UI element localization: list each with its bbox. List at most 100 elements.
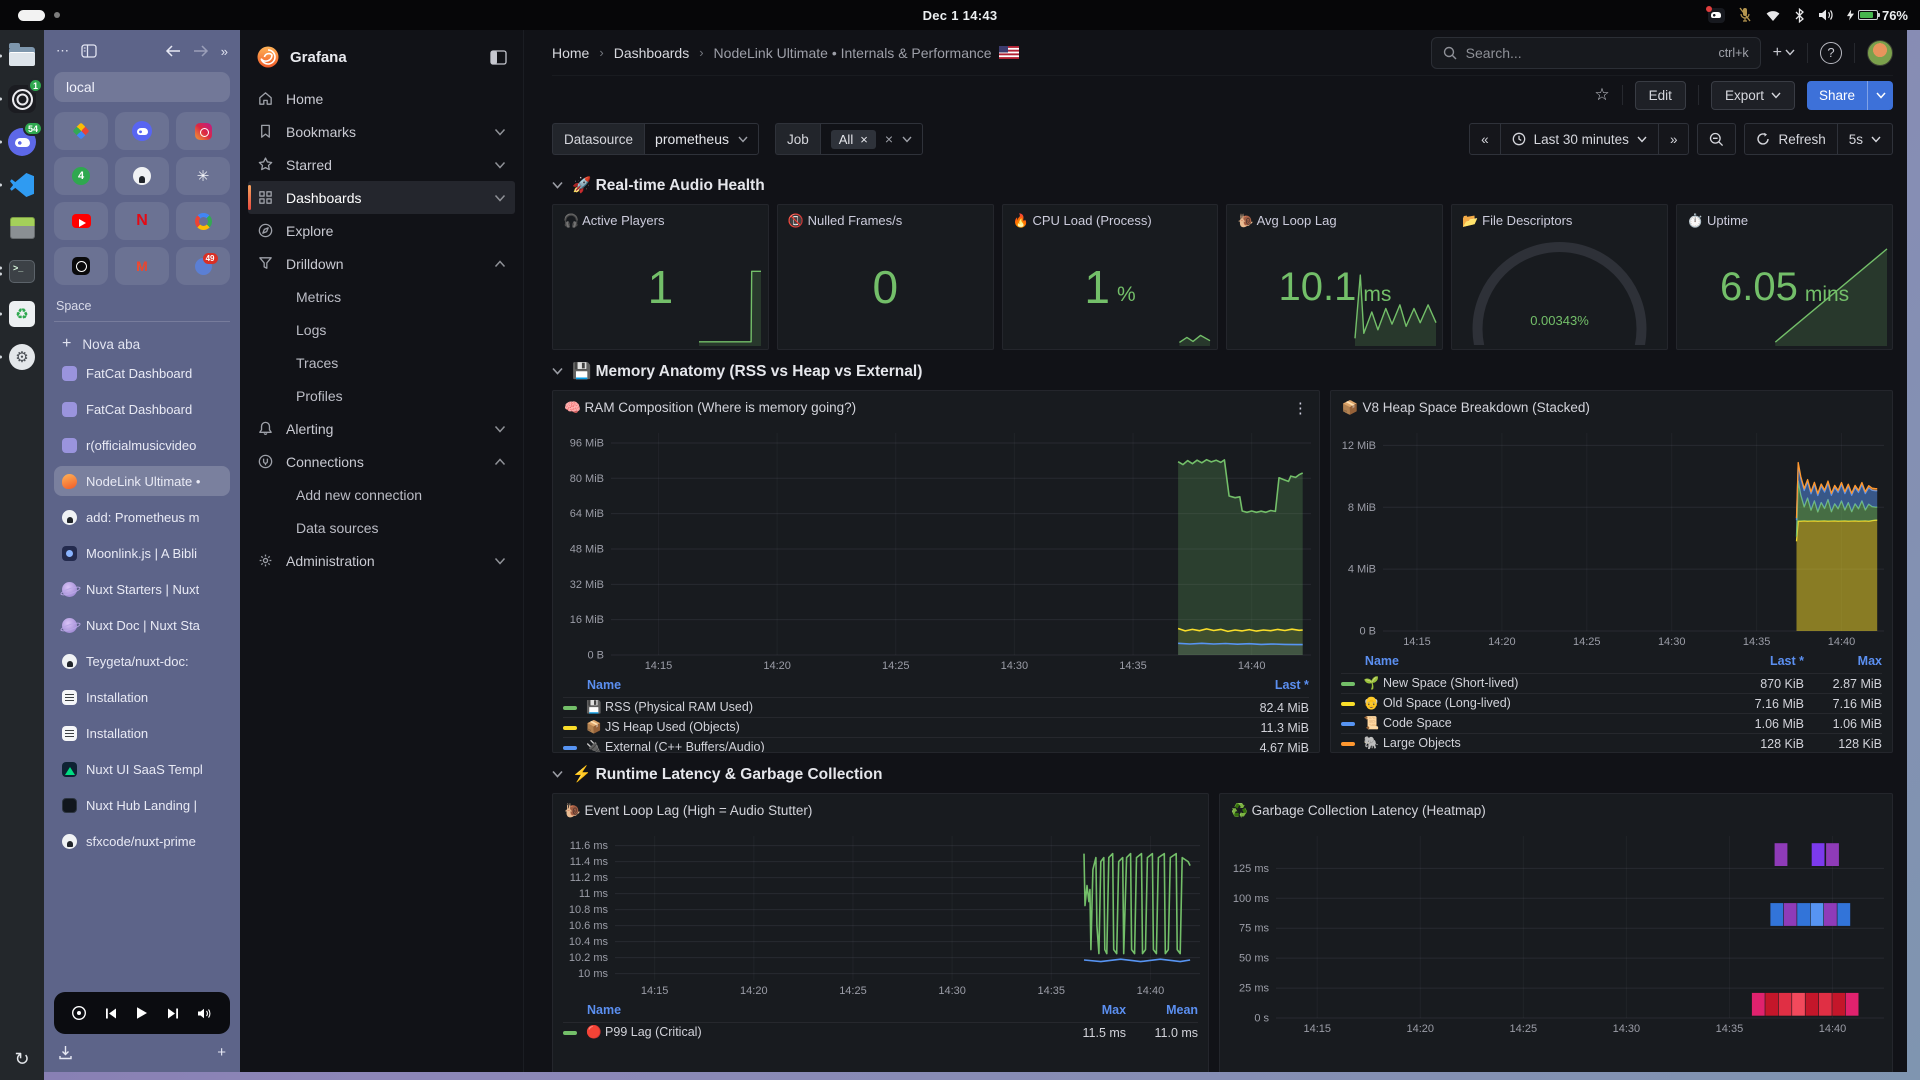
section-row-memory-anatomy[interactable]: 💾 Memory Anatomy (RSS vs Heap vs Externa… bbox=[552, 352, 1893, 390]
add-button[interactable]: + bbox=[1773, 44, 1795, 62]
dock-item-prism-launcher[interactable] bbox=[6, 212, 38, 244]
clear-icon[interactable]: × bbox=[885, 131, 893, 147]
workspace-dot[interactable] bbox=[54, 12, 60, 18]
legend-header-col[interactable]: Last * bbox=[1726, 654, 1804, 668]
pinned-site-netflix[interactable] bbox=[115, 202, 169, 240]
sidebar-item-traces[interactable]: Traces bbox=[248, 346, 515, 379]
edit-button[interactable]: Edit bbox=[1635, 81, 1686, 110]
pinned-site-github[interactable] bbox=[115, 157, 169, 195]
remove-chip-icon[interactable]: × bbox=[860, 132, 868, 147]
sidebar-item-profiles[interactable]: Profiles bbox=[248, 379, 515, 412]
sidebar-item-add-new-connection[interactable]: Add new connection bbox=[248, 478, 515, 511]
expand-icon[interactable]: » bbox=[221, 44, 228, 59]
legend-header-col[interactable]: Max bbox=[1054, 1003, 1126, 1017]
sidebar-item-administration[interactable]: Administration bbox=[248, 544, 515, 577]
dock-item-vscode[interactable] bbox=[6, 169, 38, 201]
v8-heap-panel[interactable]: 📦 V8 Heap Space Breakdown (Stacked) 14:1… bbox=[1330, 390, 1893, 753]
legend-header-name[interactable]: Name bbox=[563, 678, 1223, 692]
legend-header-col[interactable]: Last * bbox=[1223, 678, 1309, 692]
tab-moonlink-js-a-bibli[interactable]: Moonlink.js | A Bibli bbox=[54, 538, 230, 568]
tab-nuxt-ui-saas-templ[interactable]: Nuxt UI SaaS Templ bbox=[54, 754, 230, 784]
pinned-site-openai[interactable] bbox=[176, 157, 230, 195]
pinned-site-target[interactable] bbox=[54, 247, 108, 285]
next-track-icon[interactable] bbox=[166, 1007, 180, 1020]
url-bar[interactable]: local bbox=[54, 72, 230, 102]
dock-item-file-manager[interactable] bbox=[6, 40, 38, 72]
time-shift-forward-button[interactable]: » bbox=[1659, 124, 1689, 154]
legend-row[interactable]: 📦 JS Heap Used (Objects)11.3 MiB bbox=[563, 717, 1309, 737]
legend-row[interactable]: 🔌 External (C++ Buffers/Audio)4.67 MiB bbox=[563, 737, 1309, 753]
sidebar-item-connections[interactable]: Connections bbox=[248, 445, 515, 478]
help-button[interactable]: ? bbox=[1820, 42, 1842, 64]
tab-r-officialmusicvideo[interactable]: r(officialmusicvideo bbox=[54, 430, 230, 460]
section-row-audio-health[interactable]: 🚀 Real-time Audio Health bbox=[552, 166, 1893, 204]
dock-item-trash[interactable] bbox=[6, 298, 38, 330]
legend-header-name[interactable]: Name bbox=[563, 1003, 1054, 1017]
downloads-icon[interactable] bbox=[58, 1045, 73, 1060]
pinned-site-instagram[interactable] bbox=[176, 112, 230, 150]
tab-nodelink-ultimate-[interactable]: NodeLink Ultimate • bbox=[54, 466, 230, 496]
legend-row[interactable]: 👴 Old Space (Long-lived)7.16 MiB7.16 MiB bbox=[1341, 693, 1882, 713]
avatar[interactable] bbox=[1867, 40, 1893, 66]
new-tab-button[interactable]: + Nova aba bbox=[54, 330, 230, 358]
sidebar-item-data-sources[interactable]: Data sources bbox=[248, 511, 515, 544]
gc-heatmap-chart[interactable]: 14:1514:2014:2514:3014:3514:400 s25 ms50… bbox=[1220, 828, 1892, 1036]
tab-sfxcode-nuxt-prime[interactable]: sfxcode/nuxt-prime bbox=[54, 826, 230, 856]
microphone-muted-icon[interactable] bbox=[1738, 7, 1752, 23]
tab-nuxt-doc-nuxt-sta[interactable]: Nuxt Doc | Nuxt Sta bbox=[54, 610, 230, 640]
back-icon[interactable] bbox=[165, 45, 181, 57]
stat-panel-avg-loop-lag[interactable]: 🐌 Avg Loop Lag 10.1ms bbox=[1226, 204, 1443, 350]
share-button[interactable]: Share bbox=[1807, 81, 1867, 110]
previous-track-icon[interactable] bbox=[104, 1007, 118, 1020]
pinned-site-youtube[interactable] bbox=[54, 202, 108, 240]
tab-nuxt-hub-landing-[interactable]: Nuxt Hub Landing | bbox=[54, 790, 230, 820]
ram-composition-panel[interactable]: 🧠 RAM Composition (Where is memory going… bbox=[552, 390, 1320, 753]
zoom-out-button[interactable] bbox=[1697, 123, 1736, 155]
star-dashboard-button[interactable]: ☆ bbox=[1594, 85, 1609, 105]
search-input[interactable]: Search... ctrl+k bbox=[1431, 37, 1761, 69]
bluetooth-icon[interactable] bbox=[1794, 8, 1805, 23]
tab-installation[interactable]: Installation bbox=[54, 682, 230, 712]
export-button[interactable]: Export bbox=[1711, 81, 1795, 110]
media-volume-icon[interactable] bbox=[197, 1007, 213, 1020]
legend-row[interactable]: 💾 RSS (Physical RAM Used)82.4 MiB bbox=[563, 697, 1309, 717]
section-row-runtime-latency[interactable]: ⚡ Runtime Latency & Garbage Collection bbox=[552, 755, 1893, 793]
tab-fatcat-dashboard[interactable]: FatCat Dashboard bbox=[54, 394, 230, 424]
datasource-select[interactable]: prometheus bbox=[644, 123, 759, 155]
job-select[interactable]: All× × bbox=[820, 123, 923, 155]
tab-fatcat-dashboard[interactable]: FatCat Dashboard bbox=[54, 358, 230, 388]
pinned-site-sparkle[interactable] bbox=[54, 112, 108, 150]
stat-panel-cpu-load[interactable]: 🔥 CPU Load (Process) 1% bbox=[1002, 204, 1219, 350]
sidebar-item-metrics[interactable]: Metrics bbox=[248, 280, 515, 313]
clock[interactable]: Dec 1 14:43 bbox=[923, 8, 998, 23]
refresh-button[interactable]: Refresh bbox=[1745, 124, 1837, 154]
legend-row[interactable]: 🔴 P99 Lag (Critical)11.5 ms11.0 ms bbox=[563, 1022, 1198, 1042]
discord-tray-icon[interactable] bbox=[1708, 8, 1725, 23]
wifi-icon[interactable] bbox=[1765, 8, 1781, 22]
forward-icon[interactable] bbox=[193, 45, 209, 57]
sidebar-item-starred[interactable]: Starred bbox=[248, 148, 515, 181]
sidebar-toggle-icon[interactable] bbox=[81, 44, 97, 58]
sidebar-item-home[interactable]: Home bbox=[248, 82, 515, 115]
media-source-icon[interactable] bbox=[71, 1005, 87, 1021]
dock-item-terminal[interactable] bbox=[6, 255, 38, 287]
legend-header-col[interactable]: Max bbox=[1804, 654, 1882, 668]
tab-teygeta-nuxt-doc-[interactable]: Teygeta/nuxt-doc: bbox=[54, 646, 230, 676]
dock-sidebar-icon[interactable] bbox=[490, 50, 507, 65]
volume-icon[interactable] bbox=[1818, 8, 1834, 22]
pinned-site-badge49[interactable] bbox=[176, 247, 230, 285]
legend-header-col[interactable]: Mean bbox=[1126, 1003, 1198, 1017]
job-chip[interactable]: All× bbox=[831, 130, 876, 149]
sidebar-item-drilldown[interactable]: Drilldown bbox=[248, 247, 515, 280]
battery-indicator[interactable]: 76% bbox=[1847, 8, 1908, 23]
dock-item-settings[interactable] bbox=[6, 341, 38, 373]
stat-panel-nulled-frames[interactable]: 📵 Nulled Frames/s 0 bbox=[777, 204, 994, 350]
lag-chart[interactable]: 14:1514:2014:2514:3014:3514:4010 ms10.2 … bbox=[553, 828, 1208, 998]
refresh-interval-button[interactable]: 5s bbox=[1838, 124, 1892, 154]
stat-panel-active-players[interactable]: 🎧 Active Players 1 bbox=[552, 204, 769, 350]
pinned-site-google[interactable] bbox=[176, 202, 230, 240]
legend-row[interactable]: 🐘 Large Objects128 KiB128 KiB bbox=[1341, 733, 1882, 753]
ram-chart[interactable]: 14:1514:2014:2514:3014:3514:400 B16 MiB3… bbox=[553, 425, 1319, 673]
sync-icon[interactable]: ↻ bbox=[14, 1050, 29, 1068]
gc-heatmap-panel[interactable]: ♻️ Garbage Collection Latency (Heatmap) … bbox=[1219, 793, 1893, 1072]
